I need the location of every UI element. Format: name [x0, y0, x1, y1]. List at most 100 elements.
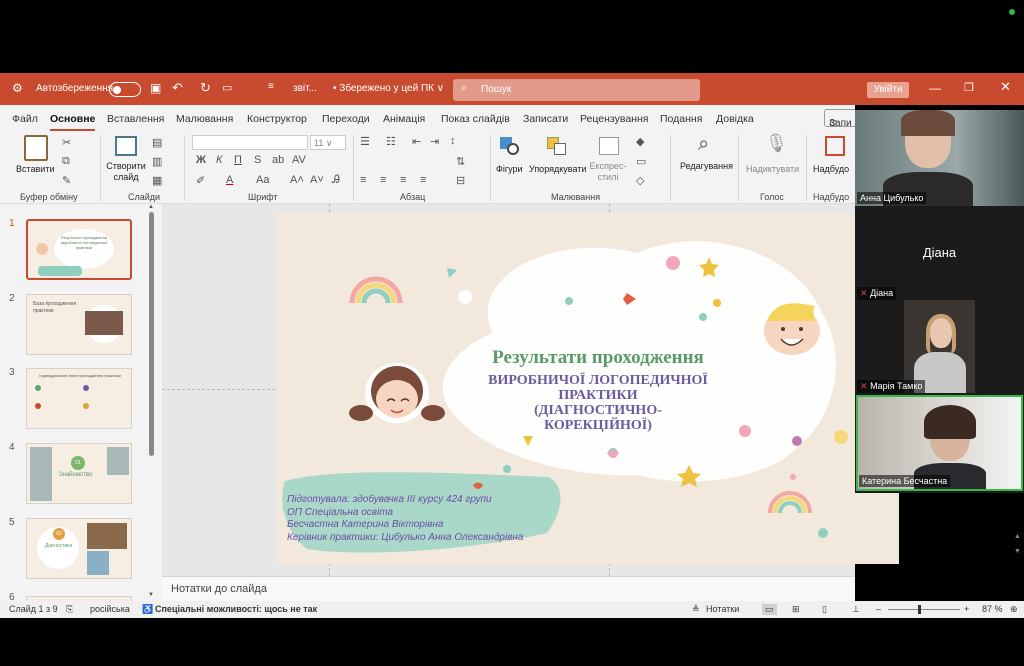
paste-icon[interactable]: [24, 135, 48, 161]
numbering-icon[interactable]: ☷: [386, 135, 396, 148]
shapes-button[interactable]: Фігури: [496, 164, 523, 174]
font-family-select[interactable]: [192, 135, 308, 150]
presenter-view-icon[interactable]: ⊥: [852, 604, 860, 615]
layout-icon[interactable]: ▤: [152, 136, 162, 149]
panel-scroll-up-icon[interactable]: ▲: [1014, 533, 1021, 540]
proofing-icon[interactable]: ⎘: [66, 604, 73, 615]
slide-thumbnail-1[interactable]: Результати проходження виробничої логопе…: [26, 219, 132, 280]
tab-file[interactable]: Файл: [12, 113, 38, 125]
font-color-icon[interactable]: A: [226, 174, 233, 186]
language-status[interactable]: російська: [90, 604, 130, 614]
shapes-icon[interactable]: [500, 137, 520, 155]
arrange-icon[interactable]: [547, 137, 567, 155]
slide-sorter-icon[interactable]: ⊞: [792, 604, 800, 615]
search-input[interactable]: ⌕ Пошук: [453, 79, 700, 101]
tab-slideshow[interactable]: Показ слайдів: [441, 113, 510, 125]
format-painter-icon[interactable]: ✎: [62, 174, 71, 187]
strikethrough-icon[interactable]: ab: [272, 154, 284, 166]
align-center-icon[interactable]: ≡: [380, 174, 386, 186]
slide-subtitle[interactable]: ВИРОБНИЧОЇ ЛОГОПЕДИЧНОЇ ПРАКТИКИ (ДІАГНО…: [465, 373, 731, 433]
align-text-icon[interactable]: ⊟: [456, 174, 465, 187]
new-slide-icon[interactable]: [115, 136, 137, 156]
autosave-toggle[interactable]: [109, 82, 141, 97]
tab-draw[interactable]: Малювання: [176, 113, 233, 125]
normal-view-icon[interactable]: ▭: [762, 604, 777, 615]
slide-title[interactable]: Результати проходження: [465, 347, 731, 369]
shrink-font-icon[interactable]: A˅: [310, 174, 324, 186]
slide[interactable]: Результати проходження ВИРОБНИЧОЇ ЛОГОПЕ…: [277, 213, 899, 564]
shape-effects-icon[interactable]: ◇: [636, 174, 644, 187]
arrange-button[interactable]: Упорядкувати: [529, 164, 586, 174]
record-button[interactable]: ⊙ Запи: [824, 109, 855, 127]
addins-icon[interactable]: [825, 136, 845, 156]
notes-pane[interactable]: Нотатки до слайда: [162, 576, 855, 601]
highlight-icon[interactable]: ✐: [196, 174, 205, 187]
cut-icon[interactable]: ✂: [62, 136, 71, 149]
tab-help[interactable]: Довідка: [716, 113, 754, 125]
tab-view[interactable]: Подання: [660, 113, 702, 125]
addins-button[interactable]: Надбудо: [813, 164, 849, 174]
thumbnails-scrollbar[interactable]: [149, 212, 154, 456]
reading-view-icon[interactable]: ▯: [822, 604, 827, 615]
slide-thumbnail-2[interactable]: База проходження практики: [26, 294, 132, 355]
video-tile-4-active[interactable]: Катерина Бесчастна: [856, 395, 1023, 491]
scroll-up-icon[interactable]: ▲: [148, 204, 154, 210]
text-direction-icon[interactable]: ⇅: [456, 155, 465, 168]
shape-fill-icon[interactable]: ◆: [636, 135, 644, 148]
paste-button[interactable]: Вставити: [16, 164, 55, 174]
tab-design[interactable]: Конструктор: [247, 113, 307, 125]
panel-scroll-down-icon[interactable]: ▼: [1014, 548, 1021, 555]
notes-toggle-button[interactable]: Нотатки: [706, 604, 739, 614]
accessibility-status[interactable]: Спеціальні можливості: щось не так: [155, 604, 317, 614]
slide-thumbnail-4[interactable]: 01 Знайомство: [26, 443, 132, 504]
restore-icon[interactable]: ❐: [964, 81, 974, 94]
spacing-icon[interactable]: AV: [292, 154, 306, 166]
slide-thumbnail-3[interactable]: Індивідуальний план проходження практики: [26, 368, 132, 429]
microphone-icon[interactable]: 🎙: [765, 133, 788, 154]
quick-styles-button[interactable]: Експрес-стилі: [588, 161, 628, 183]
tab-review[interactable]: Рецензування: [580, 113, 648, 125]
tab-record[interactable]: Записати: [523, 113, 568, 125]
tab-insert[interactable]: Вставлення: [107, 113, 164, 125]
dictate-button[interactable]: Надиктувати: [746, 164, 799, 174]
saved-status[interactable]: • Збережено у цей ПК ∨: [333, 83, 444, 94]
minimize-icon[interactable]: —: [929, 81, 941, 95]
italic-icon[interactable]: К: [216, 154, 222, 166]
slide-info-text[interactable]: Підготувала: здобувачка ІІІ курсу 424 гр…: [287, 494, 523, 544]
indent-icon[interactable]: ⇤: [412, 135, 421, 148]
section-icon[interactable]: ▦: [152, 174, 162, 187]
shape-outline-icon[interactable]: ▭: [636, 155, 646, 168]
qat-more-icon[interactable]: ≡: [268, 81, 274, 92]
notes-toggle-icon[interactable]: ≜: [692, 604, 700, 615]
shadow-icon[interactable]: S: [254, 154, 261, 166]
scroll-down-icon[interactable]: ▼: [148, 592, 154, 598]
underline-icon[interactable]: П: [234, 154, 242, 166]
tab-animations[interactable]: Анімація: [383, 113, 425, 125]
redo-icon[interactable]: ↻: [200, 80, 211, 96]
outdent-icon[interactable]: ⇥: [430, 135, 439, 148]
align-right-icon[interactable]: ≡: [400, 174, 406, 186]
tab-transitions[interactable]: Переходи: [322, 113, 370, 125]
signin-button[interactable]: Увійти: [867, 82, 909, 98]
save-icon[interactable]: ▣: [150, 81, 161, 95]
zoom-slider[interactable]: [888, 605, 960, 614]
grow-font-icon[interactable]: A˄: [290, 174, 304, 186]
video-tile-1[interactable]: Анна Цибулько: [855, 110, 1024, 206]
slide-thumbnail-5[interactable]: 02 Діагностика: [26, 518, 132, 579]
zoom-level[interactable]: 87 %: [982, 604, 1003, 614]
reset-icon[interactable]: ▥: [152, 155, 162, 168]
copy-icon[interactable]: ⧉: [62, 155, 70, 168]
slideshow-icon[interactable]: ▭: [222, 81, 232, 94]
zoom-slider-thumb[interactable]: [918, 605, 921, 614]
undo-icon[interactable]: ↶: [172, 80, 183, 96]
bullets-icon[interactable]: ☰: [360, 135, 370, 148]
tab-home[interactable]: Основне: [50, 113, 96, 131]
zoom-out-icon[interactable]: –: [876, 604, 881, 614]
fit-slide-icon[interactable]: ⊕: [1010, 604, 1018, 615]
change-case-icon[interactable]: Aa: [256, 174, 269, 186]
font-size-select[interactable]: 11 ∨: [310, 135, 346, 150]
editing-button[interactable]: Редагування: [680, 161, 733, 171]
bold-icon[interactable]: Ж: [196, 154, 206, 166]
new-slide-button[interactable]: Створити слайд: [106, 161, 146, 183]
line-spacing-icon[interactable]: ↕: [450, 135, 456, 147]
